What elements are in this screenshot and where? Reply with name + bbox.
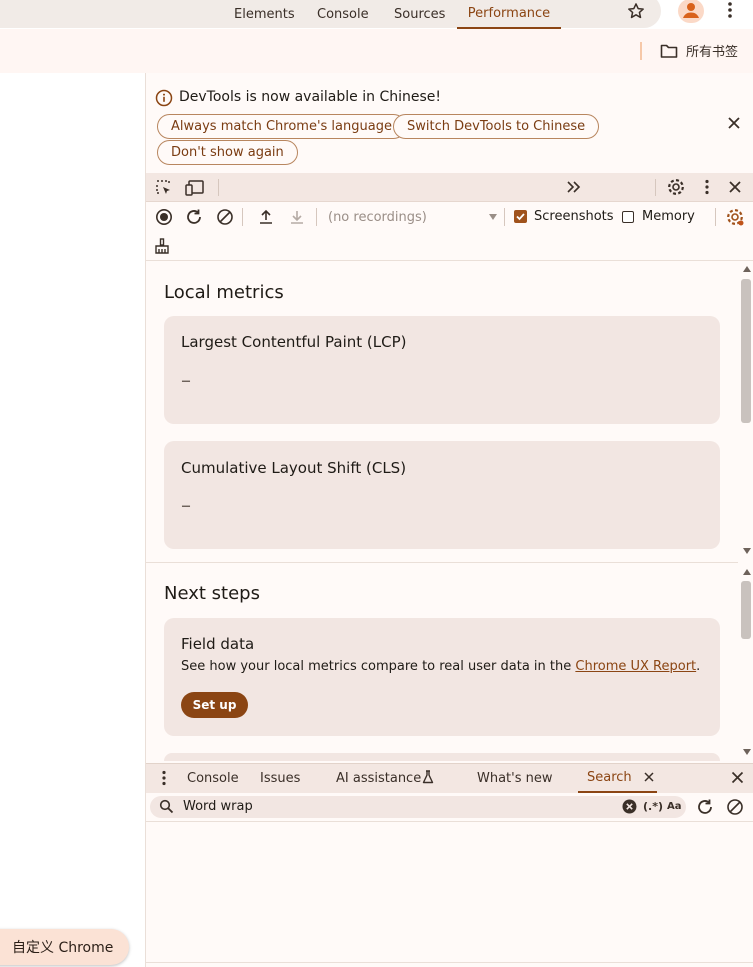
field-data-text: See how your local metrics compare to re…: [181, 659, 576, 674]
clear-search-results-icon[interactable]: [726, 798, 744, 816]
close-infobar-icon[interactable]: [727, 116, 741, 130]
lcp-title: Largest Contentful Paint (LCP): [181, 333, 407, 351]
toolbar-divider: [242, 208, 243, 226]
browser-menu-icon[interactable]: [726, 1, 734, 19]
screenshots-label: Screenshots: [534, 209, 614, 224]
screenshots-checkbox[interactable]: [514, 210, 527, 223]
toolbar-divider-2: [316, 208, 317, 226]
record-icon[interactable]: [155, 208, 173, 226]
drawer-tab-issues[interactable]: Issues: [260, 763, 300, 793]
nextsteps-scroll-thumb[interactable]: [741, 581, 751, 639]
search-input[interactable]: Word wrap: [183, 799, 253, 814]
recordings-select[interactable]: (no recordings): [328, 207, 498, 227]
infobar-message: DevTools is now available in Chinese!: [179, 89, 441, 105]
toolbar-divider-4: [715, 208, 716, 226]
chrome-ux-report-link[interactable]: Chrome UX Report: [575, 659, 696, 674]
cls-title: Cumulative Layout Shift (CLS): [181, 459, 407, 477]
regex-toggle[interactable]: (.*): [643, 800, 663, 813]
cls-card: [164, 441, 720, 549]
close-search-tab-icon[interactable]: [644, 772, 654, 782]
metrics-scroll-thumb[interactable]: [741, 279, 751, 423]
page-content: [0, 73, 146, 967]
set-up-button[interactable]: Set up: [181, 692, 248, 718]
close-drawer-icon[interactable]: [731, 771, 744, 784]
field-data-description: See how your local metrics compare to re…: [181, 659, 700, 674]
garbage-collect-broom-icon[interactable]: [154, 238, 170, 254]
download-icon[interactable]: [288, 208, 306, 226]
more-tabs-icon[interactable]: [566, 180, 582, 194]
memory-checkbox[interactable]: [622, 211, 634, 223]
close-devtools-icon[interactable]: [728, 180, 742, 194]
info-icon: [155, 89, 173, 107]
reload-record-icon[interactable]: [185, 208, 203, 226]
drawer-tab-search-label: Search: [587, 769, 632, 785]
tab-performance[interactable]: Performance: [457, 0, 561, 29]
field-data-text-end: .: [696, 659, 701, 674]
clear-search-icon[interactable]: [622, 799, 637, 814]
field-data-title: Field data: [181, 635, 255, 653]
tab-elements[interactable]: Elements: [234, 0, 295, 29]
tab-sources[interactable]: Sources: [394, 0, 445, 29]
scroll-down-arrow-icon-2[interactable]: [743, 749, 751, 755]
tabbar-divider: [218, 179, 219, 196]
upload-icon[interactable]: [257, 208, 275, 226]
drawer-tab-console[interactable]: Console: [187, 763, 239, 793]
experiment-flask-icon: [422, 770, 434, 784]
search-results-area: [146, 822, 753, 962]
scroll-up-arrow-icon[interactable]: [743, 266, 751, 272]
customize-chrome-label: 自定义 Chrome: [12, 940, 114, 956]
search-icon: [159, 799, 174, 814]
cls-value: –: [181, 493, 191, 517]
scroll-down-arrow-icon[interactable]: [743, 548, 751, 554]
dont-show-again-button[interactable]: Don't show again: [157, 140, 298, 165]
clear-icon[interactable]: [216, 208, 234, 226]
local-metrics-heading: Local metrics: [164, 282, 284, 303]
drawer-tab-whats-new[interactable]: What's new: [477, 763, 553, 793]
bookmarks-separator: [640, 42, 642, 60]
device-toolbar-icon[interactable]: [185, 179, 205, 197]
memory-label: Memory: [642, 209, 695, 224]
devtools-menu-icon[interactable]: [703, 179, 711, 195]
capture-settings-gear-icon[interactable]: [725, 207, 745, 227]
tabbar-divider-right: [655, 179, 656, 196]
lcp-value: –: [181, 368, 191, 392]
match-case-toggle[interactable]: Aa: [667, 801, 682, 812]
bookmark-star-icon[interactable]: [626, 1, 646, 21]
next-steps-heading: Next steps: [164, 583, 260, 604]
customize-chrome-button[interactable]: 自定义 Chrome: [0, 929, 130, 965]
toolbar-divider-3: [504, 208, 505, 226]
next-card-partial: [164, 753, 720, 761]
scroll-up-arrow-icon-2[interactable]: [743, 569, 751, 575]
recordings-select-value: (no recordings): [328, 209, 427, 225]
settings-gear-icon[interactable]: [666, 177, 686, 197]
switch-to-chinese-button[interactable]: Switch DevTools to Chinese: [393, 114, 600, 139]
profile-avatar-icon[interactable]: [678, 0, 704, 23]
all-bookmarks-folder[interactable]: 所有书签: [660, 41, 738, 60]
bottom-border: [146, 962, 753, 963]
dropdown-arrow-icon: [488, 213, 498, 221]
devtools-tabbar: [146, 173, 753, 202]
section-divider: [146, 562, 738, 563]
tab-console[interactable]: Console: [317, 0, 369, 29]
always-match-language-button[interactable]: Always match Chrome's language: [157, 114, 406, 139]
all-bookmarks-label: 所有书签: [686, 45, 739, 60]
refresh-search-icon[interactable]: [696, 798, 714, 816]
inspect-element-icon[interactable]: [155, 179, 173, 197]
drawer-tab-search[interactable]: Search: [578, 763, 657, 793]
drawer-menu-icon[interactable]: [160, 770, 168, 786]
folder-icon: [660, 43, 678, 59]
drawer-tab-ai-assistance[interactable]: AI assistance: [336, 763, 421, 793]
